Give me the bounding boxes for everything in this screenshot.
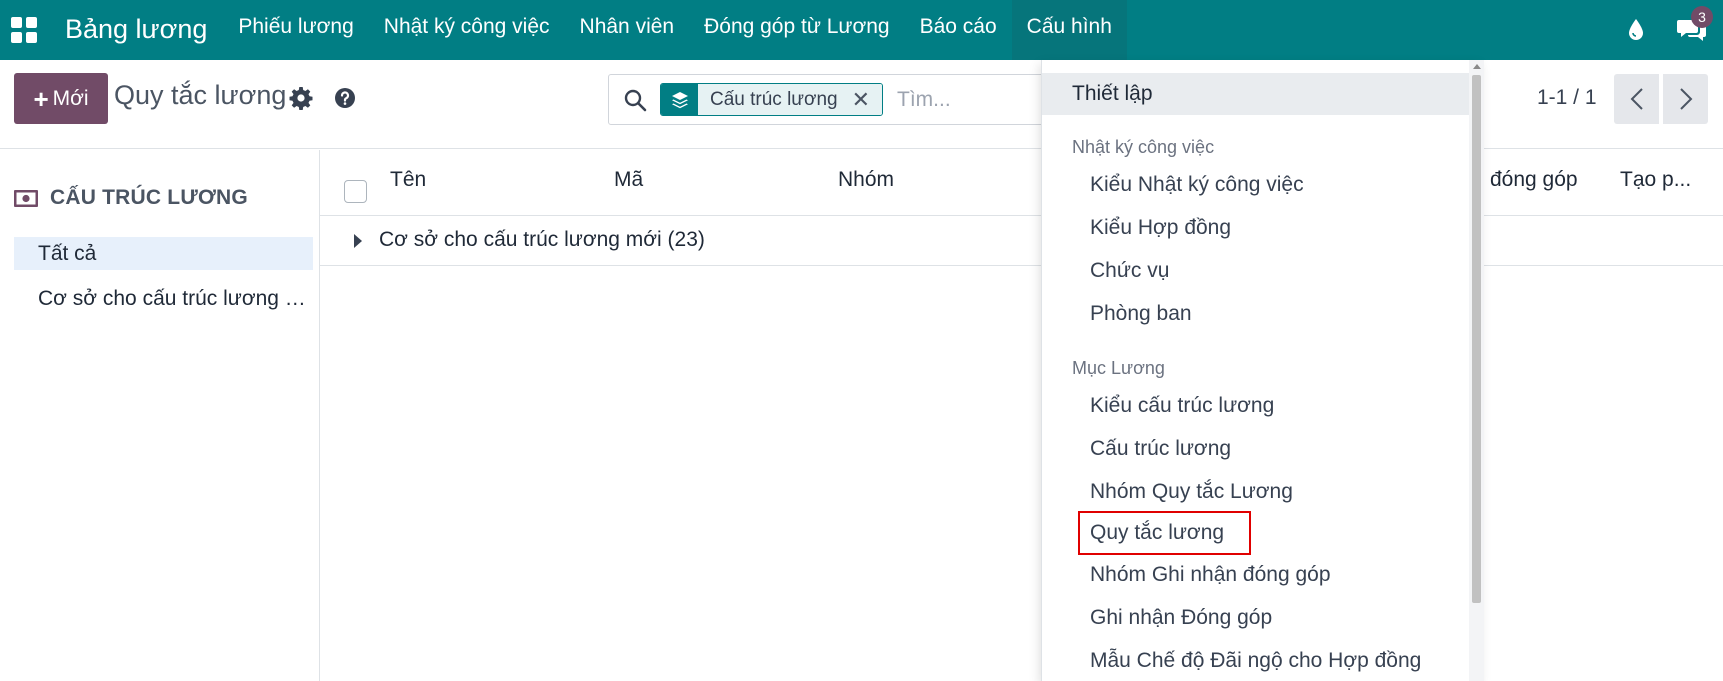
droplet-icon[interactable] xyxy=(1611,0,1661,60)
app-brand[interactable]: Bảng lương xyxy=(48,0,223,60)
group-label: Cơ sở cho cấu trúc lương mới (23) xyxy=(379,228,705,251)
gear-icon[interactable] xyxy=(289,86,313,110)
menu-configuration[interactable]: Cấu hình xyxy=(1011,0,1127,60)
side-item-all[interactable]: Tất cả xyxy=(14,237,313,270)
search-panel: CẤU TRÚC LƯƠNG Tất cả Cơ sở cho cấu trúc… xyxy=(0,150,320,681)
dropdown-section-salary: Mục Lương xyxy=(1072,358,1165,378)
side-panel-title: CẤU TRÚC LƯƠNG xyxy=(50,186,248,209)
plus-icon: + xyxy=(33,83,49,114)
column-code[interactable]: Mã xyxy=(614,168,643,192)
select-all-checkbox[interactable] xyxy=(344,180,367,203)
pager-next-button[interactable] xyxy=(1663,74,1708,124)
dropdown-item-structures[interactable]: Cấu trúc lương xyxy=(1042,428,1469,470)
dropdown-item-contract-advantage-templates[interactable]: Mẫu Chế độ Đãi ngộ cho Hợp đồng xyxy=(1042,640,1469,681)
search-icon[interactable] xyxy=(623,88,647,112)
dropdown-item-job-positions[interactable]: Chức vụ xyxy=(1042,250,1469,292)
page-title: Quy tắc lương xyxy=(114,80,287,110)
dropdown-item-contribution-registers[interactable]: Ghi nhận Đóng góp xyxy=(1042,597,1469,639)
caret-right-icon xyxy=(354,234,362,248)
dropdown-item-structure-types[interactable]: Kiểu cấu trúc lương xyxy=(1042,385,1469,427)
layers-icon xyxy=(661,84,698,115)
new-button-label: Mới xyxy=(52,86,89,110)
dropdown-item-departments[interactable]: Phòng ban xyxy=(1042,293,1469,335)
side-panel-header: CẤU TRÚC LƯƠNG xyxy=(14,186,248,210)
pager-value[interactable]: 1-1 / 1 xyxy=(1537,86,1597,110)
search-bar: Cấu trúc lương ✕ xyxy=(608,74,1048,125)
top-navbar: Bảng lương Phiếu lương Nhật ký công việc… xyxy=(0,0,1723,60)
dropdown-item-work-entry-types[interactable]: Kiểu Nhật ký công việc xyxy=(1042,164,1469,206)
search-input[interactable] xyxy=(897,85,1037,115)
messages-count-badge: 3 xyxy=(1691,6,1713,28)
menu-work-entries[interactable]: Nhật ký công việc xyxy=(369,0,565,60)
apps-grid-icon[interactable] xyxy=(0,0,48,60)
new-button[interactable]: + Mới xyxy=(14,73,108,124)
highlight-box xyxy=(1078,511,1251,555)
configuration-dropdown: Thiết lập Nhật ký công việc Kiểu Nhật ký… xyxy=(1041,60,1484,681)
chevron-left-icon xyxy=(1630,88,1643,110)
menu-payslips[interactable]: Phiếu lương xyxy=(223,0,368,60)
dropdown-item-contribution-register-groups[interactable]: Nhóm Ghi nhận đóng góp xyxy=(1042,554,1469,596)
list-header: Tên Mã Nhóm đóng góp Tạo p... xyxy=(320,150,1723,216)
messages-icon[interactable]: 3 xyxy=(1661,0,1723,60)
pager-previous-button[interactable] xyxy=(1614,74,1659,124)
menu-contributions[interactable]: Đóng góp từ Lương xyxy=(689,0,905,60)
chevron-right-icon xyxy=(1679,88,1692,110)
scroll-up-arrow-icon[interactable] xyxy=(1473,64,1481,69)
help-icon[interactable] xyxy=(334,87,356,109)
dropdown-item-rule-categories[interactable]: Nhóm Quy tắc Lương xyxy=(1042,471,1469,513)
side-item-base-structure[interactable]: Cơ sở cho cấu trúc lương mới xyxy=(14,282,313,315)
dropdown-scrollbar-thumb[interactable] xyxy=(1472,75,1481,603)
facet-label-text: Cấu trúc lương xyxy=(710,89,838,110)
column-created[interactable]: Tạo p... xyxy=(1620,168,1691,192)
list-group-row[interactable]: Cơ sở cho cấu trúc lương mới (23) xyxy=(320,217,1723,266)
group-by-facet: Cấu trúc lương ✕ xyxy=(660,83,884,116)
menu-employees[interactable]: Nhân viên xyxy=(565,0,690,60)
column-group[interactable]: Nhóm xyxy=(838,168,894,192)
column-name[interactable]: Tên xyxy=(390,168,426,192)
column-contribution[interactable]: đóng góp xyxy=(1490,168,1578,192)
close-icon[interactable]: ✕ xyxy=(852,84,870,115)
dropdown-section-work-entries: Nhật ký công việc xyxy=(1072,137,1215,157)
money-bill-icon xyxy=(14,189,38,207)
dropdown-item-contract-types[interactable]: Kiểu Hợp đồng xyxy=(1042,207,1469,249)
dropdown-item-settings[interactable]: Thiết lập xyxy=(1042,73,1469,115)
menu-reports[interactable]: Báo cáo xyxy=(905,0,1012,60)
